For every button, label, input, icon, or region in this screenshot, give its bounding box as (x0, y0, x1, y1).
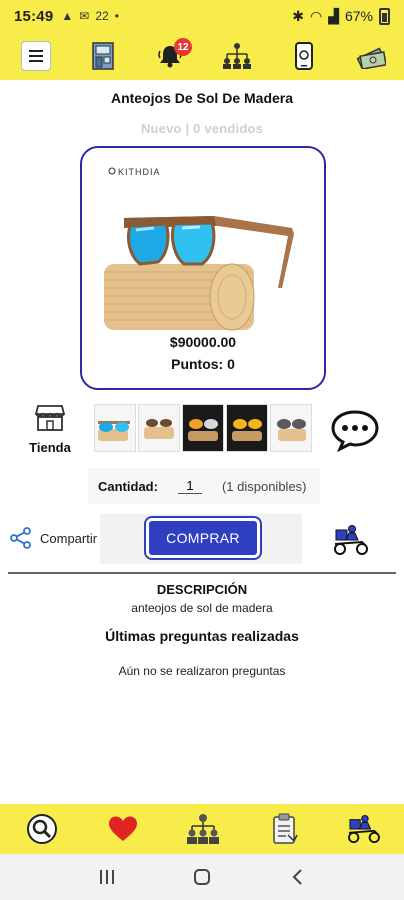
search-icon (27, 814, 57, 844)
clipboard-icon (272, 813, 298, 844)
chat-button[interactable] (330, 408, 380, 453)
chat-notification-icon: ▲ (61, 9, 74, 23)
product-condition: Nuevo | 0 vendidos (140, 121, 264, 136)
product-points: Puntos: 0 (171, 356, 235, 372)
money-button[interactable] (355, 40, 387, 72)
notifications-button[interactable]: 12 (154, 38, 192, 72)
quantity-label: Cantidad: (98, 478, 158, 494)
dot-icon: • (114, 9, 119, 23)
thumbnail[interactable] (226, 404, 268, 452)
thumbnail[interactable] (94, 404, 136, 452)
questions-empty: Aún no se realizaron preguntas (118, 664, 286, 678)
home-button[interactable] (187, 862, 217, 892)
available-count: (1 disponibles) (221, 478, 307, 494)
thumbnail-image (98, 421, 130, 441)
brand-logo-text: KITHDIA (118, 167, 161, 177)
home-icon (193, 869, 210, 885)
money-icon (356, 47, 386, 69)
store-label: Tienda (29, 440, 71, 455)
battery-icon (379, 7, 390, 25)
bottom-network-button[interactable] (185, 811, 221, 847)
wifi-icon: ◠ (309, 7, 323, 24)
delivery-motorbike-icon (334, 525, 368, 555)
status-time: 15:49 (14, 7, 54, 25)
product-title: Anteojos De Sol De Madera (110, 90, 294, 106)
quantity-row: Cantidad: (1 disponibles) (88, 468, 320, 504)
delivery-button[interactable] (332, 524, 370, 556)
recent-apps-icon (100, 870, 115, 884)
bottom-nav (0, 804, 404, 854)
store-front-button[interactable] (87, 40, 119, 72)
thumbnail-strip (94, 404, 312, 452)
heart-icon (108, 816, 137, 841)
thumbnail-image (232, 419, 262, 441)
questions-title: Últimas preguntas realizadas (105, 628, 299, 644)
section-divider (8, 572, 396, 574)
thumbnail[interactable] (270, 404, 312, 452)
bottom-favorites-button[interactable] (105, 811, 141, 847)
menu-button[interactable] (20, 40, 52, 72)
thumbnail[interactable] (182, 404, 224, 452)
thumbnail-image (188, 419, 218, 441)
share-icon (10, 527, 31, 549)
store-front-icon (92, 42, 114, 70)
back-button[interactable] (282, 862, 312, 892)
store-button[interactable]: Tienda (22, 404, 78, 460)
top-nav: 12 (0, 32, 404, 80)
phone-icon (295, 42, 313, 70)
quantity-input[interactable] (177, 478, 202, 494)
phone-button[interactable] (288, 40, 320, 72)
product-image[interactable]: KITHDIA (102, 156, 304, 334)
recent-apps-button[interactable] (92, 862, 122, 892)
product-price: $90000.00 (169, 334, 237, 350)
bluetooth-icon: ✱ (292, 7, 304, 24)
back-icon (292, 869, 302, 885)
thumbnail-image (144, 419, 174, 439)
thumbnail-image (277, 419, 306, 441)
description-text: anteojos de sol de madera (131, 601, 273, 615)
message-notification-icon: ✉ (79, 9, 90, 23)
bottom-search-button[interactable] (24, 811, 60, 847)
network-tree-icon (223, 43, 251, 69)
description-title: DESCRIPCIÓN (156, 582, 248, 597)
status-bar: 15:49 ▲ ✉ 22 • ✱ ◠ ▟ 67% (0, 0, 404, 32)
bottom-orders-button[interactable] (266, 811, 302, 847)
share-label: Compartir (40, 530, 98, 546)
signal-icon: ▟ (328, 7, 339, 24)
menu-icon (21, 41, 51, 71)
network-icon (187, 814, 219, 844)
notification-badge: 12 (174, 38, 192, 56)
battery-percent: 67% (344, 8, 373, 24)
thumbnail[interactable] (138, 404, 180, 452)
network-button[interactable] (221, 40, 253, 72)
product-card[interactable]: KITHDIA $90000.00 Puntos: 0 (80, 146, 326, 390)
status-notification-icons: ▲ ✉ 22 • (61, 9, 119, 23)
delivery-icon (348, 814, 380, 844)
notification-count: 22 (95, 9, 109, 23)
bottom-delivery-button[interactable] (346, 811, 382, 847)
buy-button[interactable]: COMPRAR (144, 516, 262, 560)
share-button[interactable]: Compartir (10, 527, 97, 549)
store-icon (35, 405, 65, 431)
chat-bubble-icon (331, 410, 379, 453)
system-nav-bar (0, 854, 404, 900)
